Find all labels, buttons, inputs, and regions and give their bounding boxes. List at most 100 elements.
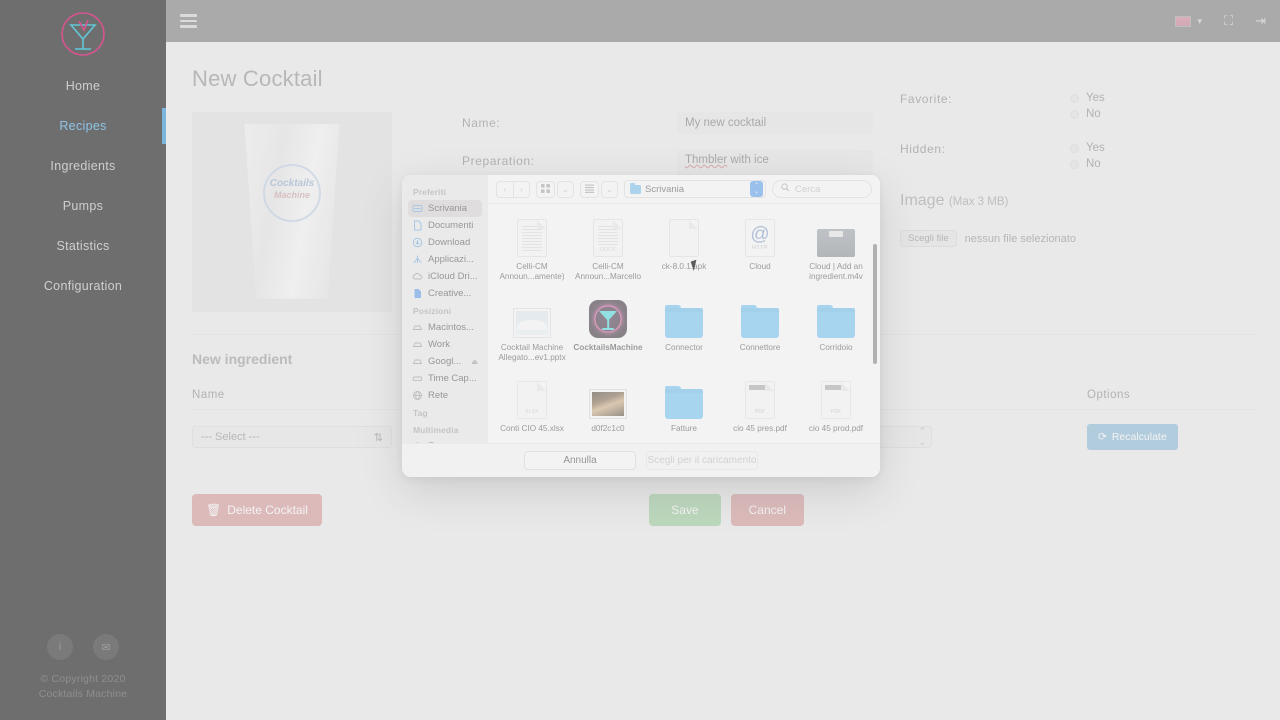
file-item[interactable]: DOCX Celli-CM Announ...Marcello [570,212,646,285]
recalculate-button[interactable]: ⟳ Recalculate [1087,424,1178,450]
delete-cocktail-button[interactable]: 🗑 Delete Cocktail [192,494,322,526]
sidebar-item-download[interactable]: Download [408,234,482,251]
hidden-radio-no[interactable]: No [1070,158,1105,170]
sidebar-item-recipes[interactable]: Recipes [0,106,166,146]
file-icon-wrap [517,215,547,257]
fullscreen-icon[interactable]: ⛶ [1224,13,1233,29]
file-icon-wrap [513,296,551,338]
chevron-down-icon: ▾ [1197,15,1202,26]
sidebar-item-configuration[interactable]: Configuration [0,266,166,306]
hamburger-icon[interactable] [180,11,197,31]
field-row-hidden: Hidden: Yes No [900,142,1280,170]
form-action-bar: 🗑 Delete Cocktail Save Cancel [192,494,1254,526]
file-grid-scrollbar[interactable] [873,244,877,364]
delete-cocktail-label: Delete Cocktail [227,503,308,517]
uk-flag-icon [1175,15,1192,27]
choose-file-button[interactable]: Scegli file [900,230,957,247]
column-header-options: Options [1087,389,1131,401]
file-item[interactable]: Cocktail Machine Allegato...ev1.pptx [494,293,570,366]
chevron-updown-icon: ⇅ [373,431,383,444]
disk-icon [412,356,423,367]
file-item[interactable]: @ HTTP Cloud [722,212,798,285]
sidebar-item-creative-cloud[interactable]: Creative... [408,285,482,302]
list-view-dropdown[interactable]: ⌄ [601,180,618,198]
file-icon-wrap [589,377,627,419]
file-picker-footer: Annulla Scegli per il caricamento [402,443,880,477]
image-size-hint: (Max 3 MB) [948,196,1009,208]
search-field[interactable]: Cerca [772,180,872,198]
dialog-cancel-button[interactable]: Annulla [524,451,636,470]
sidebar-item-icloud-drive[interactable]: iCloud Dri... [408,268,482,285]
sidebar-item-google-drive[interactable]: Googl... ⏏ [408,353,482,370]
save-button[interactable]: Save [649,494,721,526]
file-item[interactable]: PDF cio 45 prod.pdf [798,374,874,437]
sidebar-header-posizioni: Posizioni [413,306,452,316]
sidebar-item-rete[interactable]: Rete [408,387,482,404]
radio-label: Yes [1086,92,1105,104]
sidebar-item-macintosh-hd[interactable]: Macintos... [408,319,482,336]
sidebar-item-label: Scrivania [428,203,468,214]
grid-view-button[interactable] [536,180,555,198]
logo-container [0,0,166,60]
file-item[interactable]: Corridoio [798,293,874,366]
file-label: Conti CIO 45.xlsx [500,424,564,433]
file-item[interactable]: Fatture [646,374,722,437]
hidden-radio-yes[interactable]: Yes [1070,142,1105,154]
file-item[interactable]: Connector [646,293,722,366]
sidebar-item-applicazioni[interactable]: Applicazi... [408,251,482,268]
file-item[interactable]: ck-8.0.1.apk [646,212,722,285]
favorite-radio-no[interactable]: No [1070,108,1105,120]
logout-icon[interactable]: ⇥ [1255,13,1266,29]
sidebar-item-time-capsule[interactable]: Time Cap... [408,370,482,387]
list-view-button[interactable] [580,180,599,198]
http-file-icon: @ HTTP [745,219,775,257]
file-item[interactable]: Celli-CM Announ...amente) [494,212,570,285]
file-label: cio 45 prod.pdf [808,424,864,433]
name-input[interactable] [677,112,873,134]
file-icon-wrap: PDF [821,377,851,419]
file-item[interactable]: XLSX Conti CIO 45.xlsx [494,374,570,437]
file-icon-wrap [669,215,699,257]
language-selector[interactable]: ▾ [1175,15,1202,27]
network-icon [412,390,423,401]
sidebar-item-label: Pumps [62,199,104,213]
grid-view-dropdown[interactable]: ⌄ [557,180,574,198]
file-item[interactable]: Cloud | Add an ingredient.m4v [798,212,874,285]
chevron-right-icon: › [520,184,523,194]
file-item[interactable]: PDF cio 45 pres.pdf [722,374,798,437]
back-button[interactable]: ‹ [496,180,513,198]
file-item[interactable]: Connettore [722,293,798,366]
radio-circle-icon [1070,143,1079,153]
folder-icon [665,304,703,338]
save-cancel-group: Save Cancel [649,494,804,526]
sidebar-header-preferiti: Preferiti [413,187,447,197]
sidebar-header-tag: Tag [413,408,428,418]
cancel-button[interactable]: Cancel [730,494,804,526]
sidebar-item-scrivania[interactable]: Scrivania [408,200,482,217]
radio-label: No [1086,108,1101,120]
sidebar-item-pumps[interactable]: Pumps [0,186,166,226]
favorite-radio-yes[interactable]: Yes [1070,92,1105,104]
mail-icon[interactable]: ✉ [93,634,119,660]
sidebar-item-label: Applicazi... [428,254,474,265]
sidebar-item-statistics[interactable]: Statistics [0,226,166,266]
file-item-selected[interactable]: CocktailsMachine [570,293,646,366]
eject-icon[interactable]: ⏏ [471,358,478,366]
ingredient-select[interactable]: --- Select --- ⇅ [192,426,392,448]
sidebar-item-documenti[interactable]: Documenti [408,217,482,234]
recalculate-label: Recalculate [1111,431,1167,443]
sidebar-item-ingredients[interactable]: Ingredients [0,146,166,186]
favorite-radio-group: Yes No [1070,92,1105,120]
path-dropdown[interactable]: Scrivania ⌃ ⌄ [624,180,766,198]
at-symbol-icon: @ [750,224,770,245]
forward-button[interactable]: › [513,180,530,198]
image-file-row: Scegli file nessun file selezionato [900,230,1280,247]
sidebar-header-multimedia: Multimedia [413,425,459,435]
info-icon[interactable]: i [47,634,73,660]
sidebar-item-work[interactable]: Work [408,336,482,353]
file-item[interactable]: d0f2c1c0 [570,374,646,437]
file-label: Cocktail Machine Allegato...ev1.pptx [498,343,566,362]
file-label: Cloud [749,262,771,271]
ingredient-options-cell: ⟳ Recalculate [1087,424,1254,450]
sidebar-item-home[interactable]: Home [0,66,166,106]
